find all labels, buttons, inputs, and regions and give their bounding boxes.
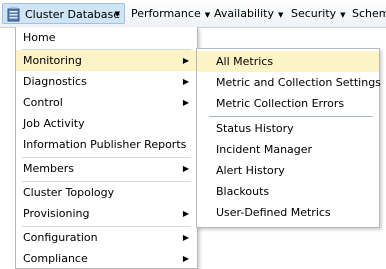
menu-item-home[interactable]: Home <box>16 27 197 48</box>
menu-item-members[interactable]: Members ▶ <box>16 158 197 179</box>
menu-item-label: Cluster Topology <box>23 186 115 199</box>
menu-item-label: Compliance <box>23 252 88 265</box>
submenu-separator <box>209 116 373 117</box>
submenu-item-blackouts[interactable]: Blackouts <box>197 181 379 202</box>
menu-item-label: Diagnostics <box>23 75 87 88</box>
menu-item-job-activity[interactable]: Job Activity <box>16 113 197 134</box>
submenu-item-label: All Metrics <box>216 55 274 68</box>
menu-item-cluster-topology[interactable]: Cluster Topology <box>16 182 197 203</box>
submenu-item-status-history[interactable]: Status History <box>197 118 379 139</box>
submenu-item-label: Incident Manager <box>216 143 313 156</box>
chevron-right-icon: ▶ <box>182 254 189 263</box>
chevron-down-icon: ▼ <box>340 11 346 19</box>
submenu-item-label: Status History <box>216 122 294 135</box>
menubar-label: Availability <box>214 7 274 20</box>
chevron-down-icon: ▼ <box>114 10 120 18</box>
menubar-label: Performance <box>131 7 201 20</box>
menu-item-diagnostics[interactable]: Diagnostics ▶ <box>16 71 197 92</box>
menubar-label: Security <box>291 7 337 20</box>
submenu-item-alert-history[interactable]: Alert History <box>197 160 379 181</box>
submenu-item-incident-manager[interactable]: Incident Manager <box>197 139 379 160</box>
database-icon <box>7 7 20 22</box>
submenu-item-label: Metric and Collection Settings <box>216 76 381 89</box>
submenu-item-all-metrics[interactable]: All Metrics <box>197 51 379 72</box>
submenu-item-metric-and-collection-settings[interactable]: Metric and Collection Settings <box>197 72 381 93</box>
chevron-down-icon: ▼ <box>204 11 211 19</box>
menubar: Cluster Database ▼ Performance ▼ Availabi… <box>0 0 386 28</box>
submenu-item-metric-collection-errors[interactable]: Metric Collection Errors <box>197 93 379 114</box>
chevron-right-icon: ▶ <box>182 209 189 218</box>
menu-item-control[interactable]: Control ▶ <box>16 92 197 113</box>
menu-item-label: Control <box>23 96 63 109</box>
monitoring-submenu: All Metrics Metric and Collection Settin… <box>196 48 381 228</box>
menu-item-configuration[interactable]: Configuration ▶ <box>16 227 197 248</box>
cluster-database-menu: Home Monitoring ▶ Diagnostics ▶ Control … <box>15 27 198 269</box>
menu-item-label: Information Publisher Reports <box>23 138 187 151</box>
menu-item-monitoring[interactable]: Monitoring ▶ <box>16 50 197 71</box>
submenu-item-label: Blackouts <box>216 185 270 198</box>
menubar-cluster-database[interactable]: Cluster Database ▼ <box>2 3 125 24</box>
submenu-item-label: Metric Collection Errors <box>216 97 345 110</box>
menu-item-label: Members <box>23 162 74 175</box>
menubar-label: Schema <box>352 7 386 20</box>
chevron-right-icon: ▶ <box>182 56 189 65</box>
menu-item-label: Monitoring <box>23 54 82 67</box>
menu-item-compliance[interactable]: Compliance ▶ <box>16 248 197 269</box>
menubar-performance[interactable]: Performance ▼ <box>131 0 210 27</box>
menu-item-information-publisher-reports[interactable]: Information Publisher Reports <box>16 134 197 155</box>
menubar-label: Cluster Database <box>25 8 121 21</box>
menu-item-label: Configuration <box>23 231 98 244</box>
submenu-item-label: Alert History <box>216 164 285 177</box>
menu-item-label: Job Activity <box>23 117 85 130</box>
chevron-down-icon: ▼ <box>277 11 284 19</box>
chevron-right-icon: ▶ <box>182 98 189 107</box>
menu-item-provisioning[interactable]: Provisioning ▶ <box>16 203 197 224</box>
menubar-availability[interactable]: Availability ▼ <box>214 0 283 27</box>
menu-item-label: Home <box>23 31 56 44</box>
menu-item-label: Provisioning <box>23 207 90 220</box>
submenu-item-label: User-Defined Metrics <box>216 206 331 219</box>
chevron-right-icon: ▶ <box>182 233 189 242</box>
menubar-security[interactable]: Security ▼ <box>291 0 346 27</box>
menubar-schema[interactable]: Schema <box>352 0 386 27</box>
submenu-item-user-defined-metrics[interactable]: User-Defined Metrics <box>197 202 379 223</box>
chevron-right-icon: ▶ <box>182 77 189 86</box>
chevron-right-icon: ▶ <box>182 164 189 173</box>
